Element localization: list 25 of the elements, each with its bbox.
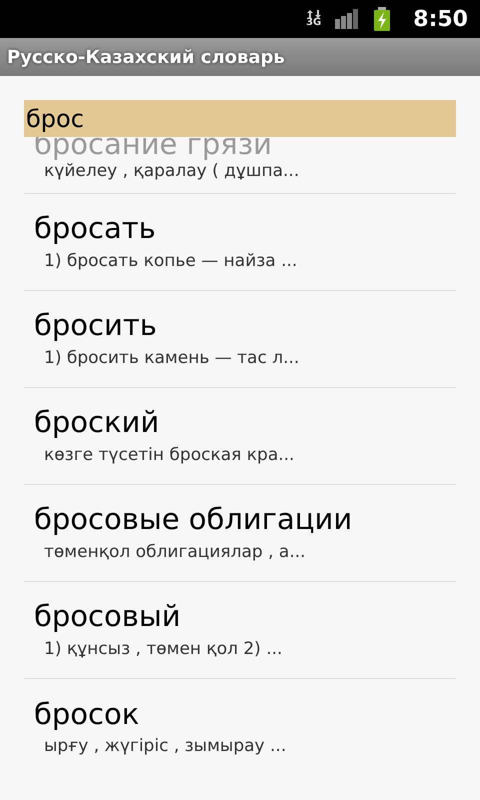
list-item[interactable]: броский көзге түсетін броская кра...: [24, 388, 456, 485]
translation-preview: 1) құнсыз , төмен қол 2) ...: [43, 638, 284, 659]
headword: бросить: [34, 310, 158, 342]
list-item[interactable]: бросать 1) бросать копье — найза ...: [24, 194, 456, 291]
headword: бросовый: [34, 601, 182, 633]
headword: бросать: [34, 213, 157, 245]
network-type: 3G: [306, 18, 322, 28]
translation-preview: 1) бросить камень — тас л...: [43, 348, 300, 368]
app-title: Русско-Казахский словарь: [7, 46, 285, 68]
battery-icon: [373, 7, 392, 31]
list-item[interactable]: бросить 1) бросить камень — тас л...: [24, 291, 456, 388]
list-item[interactable]: бросовый 1) құнсыз , төмен қол 2) ...: [24, 582, 456, 679]
headword: броский: [34, 407, 160, 439]
search-field[interactable]: брос: [24, 100, 456, 137]
signal-icon: [335, 9, 360, 29]
list-item[interactable]: бросок ырғу , жүгіріс , зымырау ...: [24, 679, 456, 776]
translation-preview: күйелеу , қаралау ( дұшпа...: [43, 161, 300, 181]
headword: бросовые облигации: [34, 504, 354, 536]
translation-preview: 1) бросать копье — найза ...: [43, 250, 298, 271]
clock: 8:50: [413, 6, 468, 32]
translation-preview: көзге түсетін броская кра...: [43, 444, 296, 465]
headword: бросок: [34, 698, 140, 730]
translation-preview: ырғу , жүгіріс , зымырау ...: [43, 736, 288, 756]
list-item[interactable]: бросовые облигации төменқол облигациялар , а...: [24, 485, 456, 582]
translation-preview: төменқол облигациялар , а...: [43, 542, 307, 562]
